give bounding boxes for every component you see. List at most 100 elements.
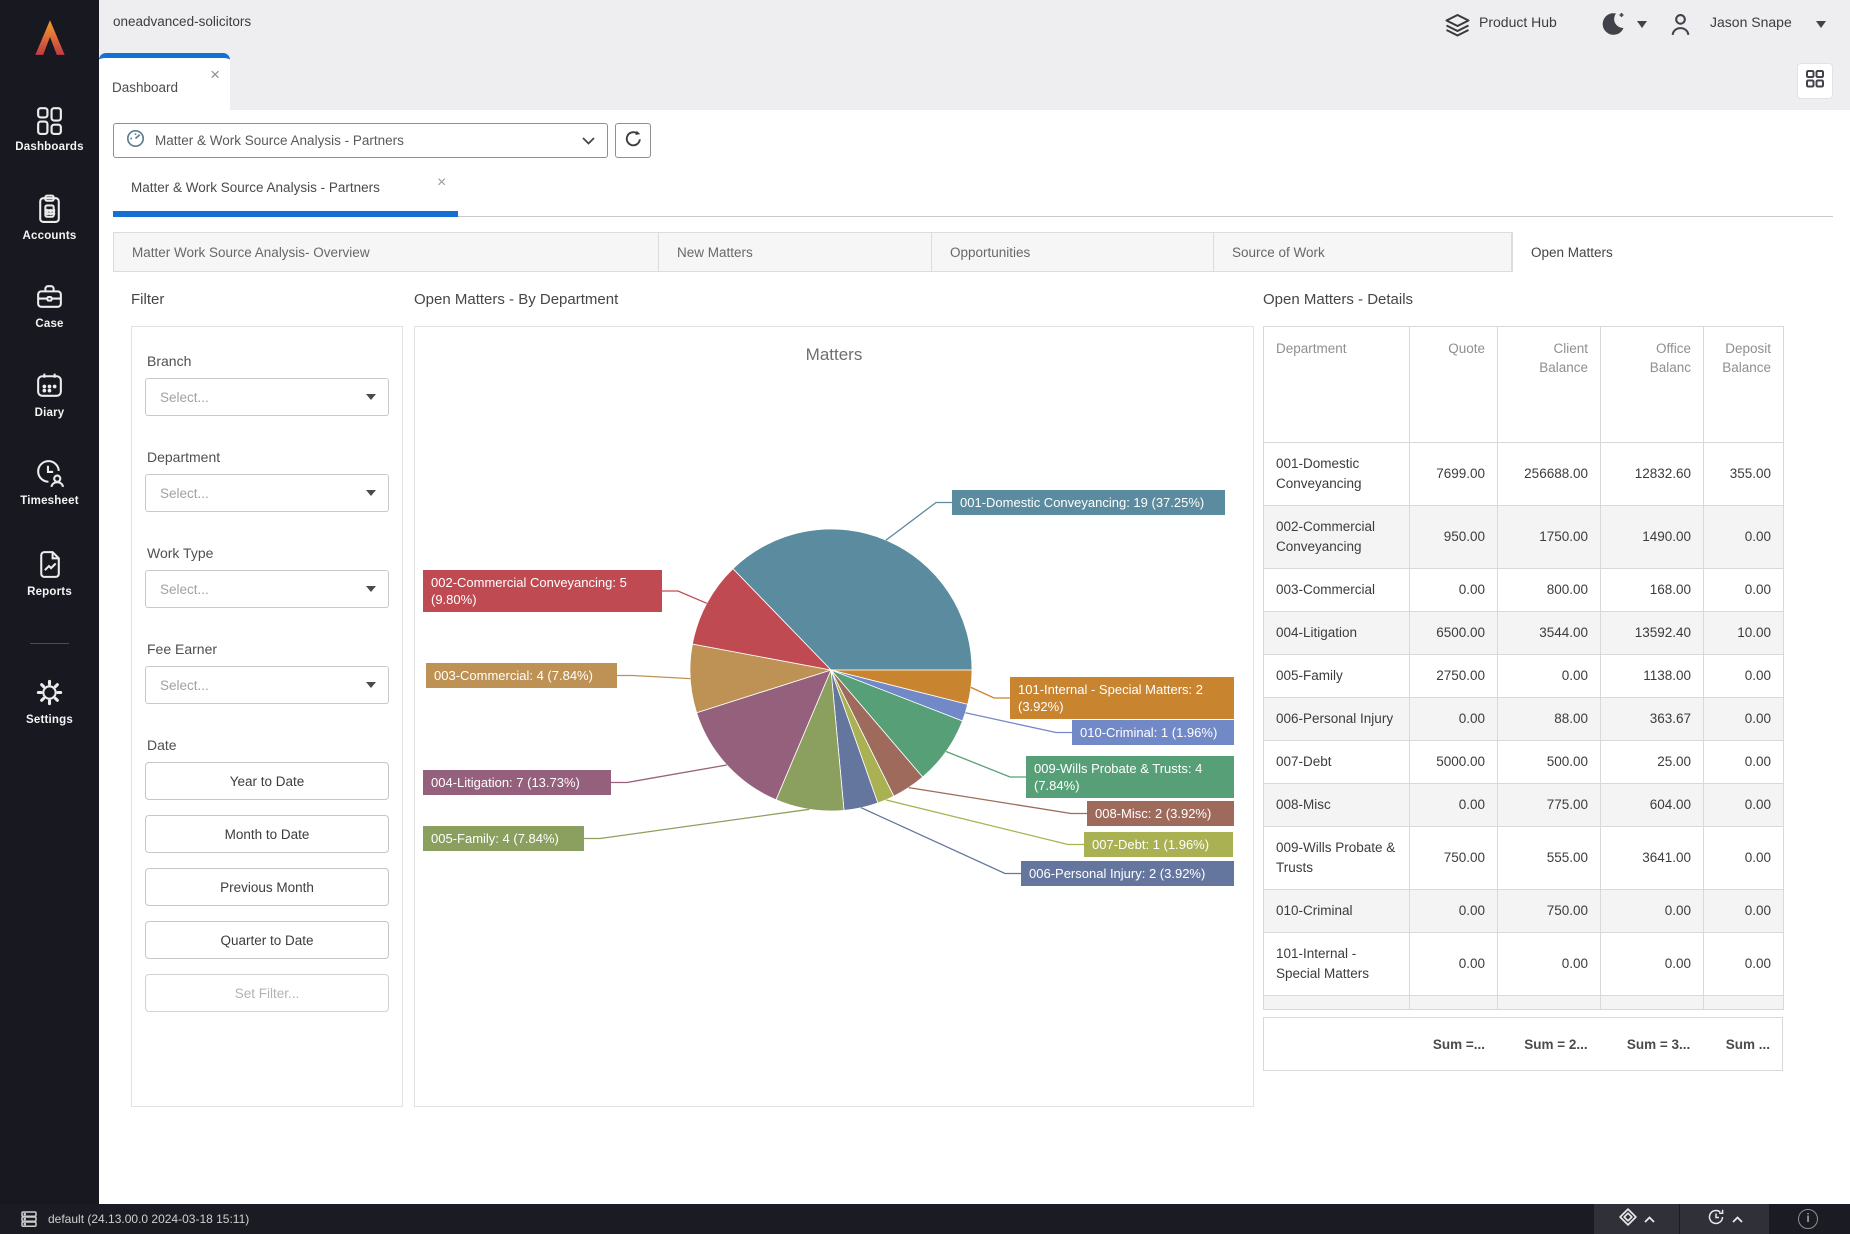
- user-avatar-icon[interactable]: [1664, 7, 1697, 45]
- diamond-stack-icon: [1619, 1208, 1637, 1231]
- table-row[interactable]: 006-Personal Injury0.0088.00363.670.00: [1264, 698, 1784, 741]
- user-menu-caret-icon[interactable]: [1816, 21, 1826, 28]
- sidebar-item-label: Dashboards: [0, 141, 99, 153]
- department-select[interactable]: Select...: [145, 474, 389, 512]
- sidebar-item-diary[interactable]: Diary: [0, 369, 99, 419]
- sidebar-item-label: Accounts: [0, 230, 99, 242]
- table-row[interactable]: 004-Litigation6500.003544.0013592.4010.0…: [1264, 612, 1784, 655]
- tab-opportunities[interactable]: Opportunities: [932, 232, 1214, 272]
- branding-panel-button[interactable]: [1594, 1204, 1679, 1234]
- quarter-to-date-button[interactable]: Quarter to Date: [145, 921, 389, 959]
- previous-month-button[interactable]: Previous Month: [145, 868, 389, 906]
- accounts-icon: [0, 192, 99, 225]
- pie-slice-label: 005-Family: 4 (7.84%): [423, 826, 584, 851]
- refresh-button[interactable]: [615, 123, 651, 158]
- column-header[interactable]: Quote: [1410, 327, 1498, 443]
- table-row[interactable]: 005-Family2750.000.001138.000.00: [1264, 655, 1784, 698]
- column-header[interactable]: Office Balanc: [1601, 327, 1704, 443]
- set-filter-button[interactable]: Set Filter...: [145, 974, 389, 1012]
- sidebar-item-reports[interactable]: Reports: [0, 548, 99, 598]
- column-header[interactable]: Client Balance: [1498, 327, 1601, 443]
- open-matters-table-panel: DepartmentQuoteClient BalanceOffice Bala…: [1263, 326, 1785, 1071]
- chevron-down-icon: [582, 132, 595, 150]
- table-row[interactable]: 009-Wills Probate & Trusts750.00555.0036…: [1264, 827, 1784, 890]
- subtab-active-indicator: [113, 211, 458, 217]
- sum-deposit-balance: Sum ...: [1702, 1037, 1782, 1052]
- sidebar-item-label: Timesheet: [0, 495, 99, 507]
- fee-earner-select[interactable]: Select...: [145, 666, 389, 704]
- close-icon[interactable]: ×: [437, 174, 446, 192]
- table-row[interactable]: 010-Criminal0.00750.000.000.00: [1264, 890, 1784, 933]
- column-header[interactable]: Deposit Balance: [1704, 327, 1784, 443]
- subtab-label[interactable]: Matter & Work Source Analysis - Partners: [131, 180, 380, 195]
- sidebar-item-dashboards[interactable]: Dashboards: [0, 103, 99, 153]
- pie-leader-line: [617, 676, 690, 679]
- product-hub-layers-icon[interactable]: [1443, 11, 1472, 44]
- gear-icon: [0, 676, 99, 709]
- pie-slice-label: 003-Commercial: 4 (7.84%): [426, 663, 617, 688]
- pie-leader-line: [971, 687, 1010, 698]
- application-window: Dashboards Accounts Case: [0, 0, 1850, 1234]
- refresh-icon: [624, 129, 643, 153]
- close-icon[interactable]: ×: [210, 66, 220, 83]
- pie-chart-panel: Matters 001-Domestic Conveyancing: 19 (3…: [414, 326, 1254, 1107]
- table-row[interactable]: 003-Commercial0.00800.00168.000.00: [1264, 569, 1784, 612]
- theme-caret-icon[interactable]: [1637, 21, 1647, 28]
- dashboard-window-tab[interactable]: Dashboard ×: [99, 53, 230, 110]
- table-row[interactable]: 101-Internal - Special Matters0.000.000.…: [1264, 933, 1784, 996]
- table-row[interactable]: 002-Commercial Conveyancing950.001750.00…: [1264, 506, 1784, 569]
- sidebar-divider: [30, 643, 69, 644]
- pie-leader-line: [662, 591, 707, 603]
- date-label: Date: [147, 737, 389, 753]
- dashboard-switcher-button[interactable]: [1797, 63, 1833, 99]
- recent-history-button[interactable]: [1680, 1204, 1769, 1234]
- dark-mode-moon-icon[interactable]: [1599, 10, 1627, 43]
- user-name[interactable]: Jason Snape: [1710, 14, 1792, 30]
- sidebar-item-accounts[interactable]: Accounts: [0, 192, 99, 242]
- filter-heading: Filter: [131, 291, 164, 308]
- pie-leader-line: [886, 503, 952, 541]
- open-matters-table: DepartmentQuoteClient BalanceOffice Bala…: [1263, 326, 1784, 1010]
- table-empty-row: [1264, 996, 1784, 1010]
- fee-earner-placeholder: Select...: [160, 678, 209, 693]
- dashboard-select[interactable]: Matter & Work Source Analysis - Partners: [113, 123, 608, 158]
- year-to-date-button[interactable]: Year to Date: [145, 762, 389, 800]
- database-icon: [20, 1210, 38, 1233]
- month-to-date-button[interactable]: Month to Date: [145, 815, 389, 853]
- sidebar-item-case[interactable]: Case: [0, 280, 99, 330]
- table-row[interactable]: 007-Debt5000.00500.0025.000.00: [1264, 741, 1784, 784]
- pie-slice-label: 004-Litigation: 7 (13.73%): [423, 770, 611, 795]
- product-hub-link[interactable]: Product Hub: [1479, 14, 1557, 30]
- info-icon[interactable]: i: [1798, 1209, 1818, 1229]
- sidebar-item-label: Reports: [0, 586, 99, 598]
- sidebar-item-timesheet[interactable]: Timesheet: [0, 457, 99, 507]
- window-tab-label: Dashboard: [112, 80, 178, 95]
- branch-select[interactable]: Select...: [145, 378, 389, 416]
- fee-earner-label: Fee Earner: [147, 641, 389, 657]
- pie-leader-line: [861, 808, 1021, 874]
- table-row[interactable]: 008-Misc0.00775.00604.000.00: [1264, 784, 1784, 827]
- grid-icon: [1805, 69, 1825, 94]
- pie-slice-label: 007-Debt: 1 (1.96%): [1084, 832, 1233, 857]
- chart-heading: Open Matters - By Department: [414, 291, 618, 308]
- tab-source-of-work[interactable]: Source of Work: [1214, 232, 1512, 272]
- pie-slice-label: 008-Misc: 2 (3.92%): [1087, 801, 1234, 826]
- chevron-down-icon: [366, 682, 376, 688]
- sum-office-balance: Sum = 3...: [1600, 1037, 1703, 1052]
- table-row[interactable]: 001-Domestic Conveyancing7699.00256688.0…: [1264, 443, 1784, 506]
- work-type-label: Work Type: [147, 545, 389, 561]
- top-header: oneadvanced-solicitors Product Hub Jason…: [99, 0, 1850, 110]
- sidebar: Dashboards Accounts Case: [0, 0, 99, 1204]
- tab-new-matters[interactable]: New Matters: [659, 232, 932, 272]
- tab-open-matters[interactable]: Open Matters: [1512, 232, 1794, 272]
- pie-slice-label: 010-Criminal: 1 (1.96%): [1072, 720, 1234, 745]
- sidebar-item-label: Case: [0, 318, 99, 330]
- sidebar-item-settings[interactable]: Settings: [0, 676, 99, 726]
- gauge-icon: [126, 129, 145, 153]
- column-header[interactable]: Department: [1264, 327, 1410, 443]
- dashboards-icon: [0, 103, 99, 136]
- oneadvanced-logo-icon[interactable]: [0, 16, 99, 58]
- tab-overview[interactable]: Matter Work Source Analysis- Overview: [113, 232, 659, 272]
- clock-history-icon: [1707, 1208, 1725, 1231]
- work-type-select[interactable]: Select...: [145, 570, 389, 608]
